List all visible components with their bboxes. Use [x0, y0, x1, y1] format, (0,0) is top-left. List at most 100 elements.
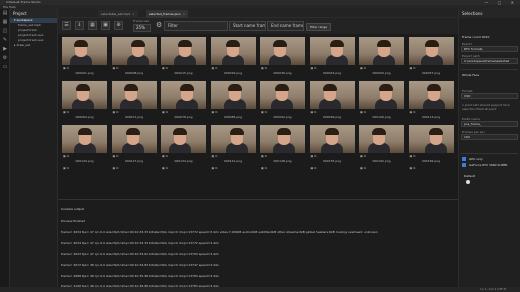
- frame-thumbnail[interactable]: ▣ ⧉ 000162.png: [358, 122, 405, 164]
- download-button[interactable]: ⇓: [75, 21, 84, 30]
- format-select[interactable]: USD: [461, 93, 518, 99]
- frame-thumbnail[interactable]: ▣ ⧉ 000071.png: [111, 78, 158, 120]
- frame-actions-icon[interactable]: ▣ ⧉: [360, 110, 366, 114]
- frame-actions-icon[interactable]: ▣ ⧉: [113, 110, 119, 114]
- fps-input[interactable]: 100: [461, 134, 518, 140]
- frame-thumbnail[interactable]: ▣ ⧉ 000036.png: [259, 34, 306, 76]
- frame-actions-icon[interactable]: ▣ ⧉: [63, 110, 69, 114]
- layers-icon[interactable]: ◫: [0, 27, 10, 36]
- end-frame-input[interactable]: End name frame: [267, 21, 304, 31]
- grid-icon[interactable]: ▦: [0, 18, 10, 27]
- frame-actions-icon[interactable]: ▣ ⧉: [113, 66, 119, 70]
- frame-thumbnail[interactable]: ▣ ⧉ 000127.png: [111, 122, 158, 164]
- frame-actions-icon[interactable]: ▣ ⧉: [360, 166, 366, 170]
- gpu-device-checkbox[interactable]: [462, 163, 466, 167]
- frame-image: [359, 125, 404, 153]
- option-radio[interactable]: [466, 180, 470, 184]
- frame-actions-icon[interactable]: ▣ ⧉: [410, 154, 416, 158]
- frame-thumbnail[interactable]: ▣ ⧉ 000134.png: [160, 122, 207, 164]
- frame-actions-icon[interactable]: ▣ ⧉: [162, 66, 168, 70]
- frame-actions-icon[interactable]: ▣ ⧉: [311, 66, 317, 70]
- frame-actions-icon[interactable]: ▣ ⧉: [360, 154, 366, 158]
- frame-thumbnail[interactable]: ▣ ⧉ 000092.png: [259, 78, 306, 120]
- close-icon[interactable]: ×: [183, 12, 186, 16]
- frame-actions-icon[interactable]: ▣ ⧉: [261, 154, 267, 158]
- frame-actions-icon[interactable]: ▣ ⧉: [162, 110, 168, 114]
- frame-thumbnail[interactable]: ▣ ⧉ 000155.png: [309, 122, 356, 164]
- project-item[interactable]: ▸ draw_set: [10, 43, 57, 48]
- frame-thumbnail[interactable]: ▣ ⧉: [111, 166, 158, 172]
- frame-thumbnail[interactable]: ▣ ⧉: [61, 166, 108, 172]
- frame-thumbnail[interactable]: ▣ ⧉ 000057.png: [408, 34, 455, 76]
- frame-thumbnail[interactable]: ▣ ⧉ 000001.png: [61, 34, 108, 76]
- frame-thumbnail[interactable]: ▣ ⧉: [309, 166, 356, 172]
- frame-thumbnail[interactable]: ▣ ⧉ 000113.png: [408, 78, 455, 120]
- frame-actions-icon[interactable]: ▣ ⧉: [162, 166, 168, 170]
- frame-thumbnail[interactable]: ▣ ⧉ 000029.png: [210, 34, 257, 76]
- frame-thumbnail[interactable]: ▣ ⧉ 000008.png: [111, 34, 158, 76]
- prefix-input[interactable]: pos_frame_: [461, 121, 518, 127]
- select-all-button[interactable]: ▣: [101, 21, 110, 30]
- frame-thumbnail[interactable]: ▣ ⧉ 000064.png: [61, 78, 108, 120]
- frame-thumbnail[interactable]: ▣ ⧉: [358, 166, 405, 172]
- frame-actions-icon[interactable]: ▣ ⧉: [261, 66, 267, 70]
- gear-icon[interactable]: ⚙: [156, 21, 162, 29]
- frame-actions-icon[interactable]: ▣ ⧉: [261, 166, 267, 170]
- brush-icon[interactable]: ✎: [0, 36, 10, 45]
- frame-actions-icon[interactable]: ▣ ⧉: [261, 110, 267, 114]
- gpu-checkbox[interactable]: [462, 157, 466, 161]
- zoom-button[interactable]: ⊕: [114, 21, 123, 30]
- filter-input[interactable]: Filter: [164, 21, 228, 31]
- frame-thumbnail[interactable]: ▣ ⧉: [160, 166, 207, 172]
- frame-thumbnail[interactable]: ▣ ⧉ 000078.png: [160, 78, 207, 120]
- frame-actions-icon[interactable]: ▣ ⧉: [63, 154, 69, 158]
- frame-thumbnail[interactable]: ▣ ⧉: [259, 166, 306, 172]
- start-frame-input[interactable]: Start name frame: [229, 21, 266, 31]
- frame-thumbnail[interactable]: ▣ ⧉ 000015.png: [160, 34, 207, 76]
- frame-actions-icon[interactable]: ▣ ⧉: [63, 66, 69, 70]
- frame-thumbnail[interactable]: ▣ ⧉ 000148.png: [259, 122, 306, 164]
- terminal-icon[interactable]: ▭: [0, 63, 10, 72]
- grid-view-button[interactable]: ▦: [88, 21, 97, 30]
- folder-icon[interactable]: ▤: [0, 9, 10, 18]
- frame-actions-icon[interactable]: ▣ ⧉: [212, 110, 218, 114]
- frame-actions-icon[interactable]: ▣ ⧉: [311, 154, 317, 158]
- frame-image: [309, 125, 355, 153]
- frame-size-input[interactable]: 25%: [133, 24, 151, 32]
- frame-actions-icon[interactable]: ▣ ⧉: [410, 166, 416, 170]
- frame-actions-icon[interactable]: ▣ ⧉: [360, 66, 366, 70]
- frame-actions-icon[interactable]: ▣ ⧉: [162, 154, 168, 158]
- tab-1[interactable]: selected_frames.json ×: [146, 10, 189, 18]
- frame-thumbnail[interactable]: ▣ ⧉ 000043.png: [309, 34, 356, 76]
- export-path-input[interactable]: C:\workspace\frames\selected: [461, 58, 518, 64]
- list-view-button[interactable]: ☰: [62, 21, 71, 30]
- settings-icon[interactable]: ⚙: [0, 54, 10, 63]
- frame-thumbnail[interactable]: ▣ ⧉ 000085.png: [210, 78, 257, 120]
- close-icon[interactable]: ×: [132, 12, 135, 16]
- frame-thumbnail[interactable]: ▣ ⧉ 000106.png: [358, 78, 405, 120]
- frame-actions-icon[interactable]: ▣ ⧉: [212, 154, 218, 158]
- frame-actions-icon[interactable]: ▣ ⧉: [212, 166, 218, 170]
- console-panel: Console output Process finished frame= 4…: [58, 199, 458, 288]
- export-select[interactable]: RFC formats: [461, 46, 518, 52]
- frame-thumbnail[interactable]: ▣ ⧉ 000169.png: [408, 122, 455, 164]
- frame-thumbnail[interactable]: ▣ ⧉: [210, 166, 257, 172]
- frame-actions-icon[interactable]: ▣ ⧉: [311, 166, 317, 170]
- frame-thumbnail[interactable]: ▣ ⧉ 000099.png: [309, 78, 356, 120]
- frame-actions-icon[interactable]: ▣ ⧉: [410, 66, 416, 70]
- play-icon[interactable]: ▶: [0, 45, 10, 54]
- frame-actions-icon[interactable]: ▣ ⧉: [113, 154, 119, 158]
- filter-range-button[interactable]: Filter range: [306, 23, 332, 31]
- frame-actions-icon[interactable]: ▣ ⧉: [212, 66, 218, 70]
- frame-actions-icon[interactable]: ▣ ⧉: [63, 166, 69, 170]
- frame-actions-icon[interactable]: ▣ ⧉: [311, 110, 317, 114]
- frame-thumbnail[interactable]: ▣ ⧉ 000120.png: [61, 122, 108, 164]
- divider: [461, 153, 518, 154]
- frame-thumbnail[interactable]: ▣ ⧉ 000141.png: [210, 122, 257, 164]
- frame-thumbnail[interactable]: ▣ ⧉: [408, 166, 455, 172]
- frame-thumbnail[interactable]: ▣ ⧉ 000050.png: [358, 34, 405, 76]
- frame-actions-icon[interactable]: ▣ ⧉: [113, 166, 119, 170]
- frame-image: [62, 81, 107, 109]
- tab-0[interactable]: selectable_set.mp4 ×: [98, 10, 138, 18]
- frame-actions-icon[interactable]: ▣ ⧉: [410, 110, 416, 114]
